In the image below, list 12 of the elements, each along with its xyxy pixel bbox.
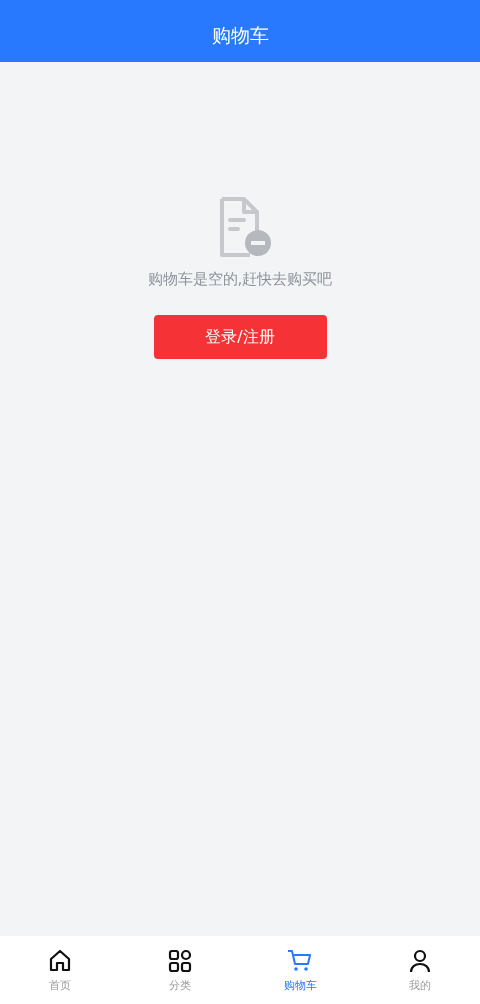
- empty-cart-message: 购物车是空的,赶快去购买吧: [147, 270, 333, 289]
- user-icon: [407, 947, 433, 974]
- tab-item[interactable]: 分类: [120, 936, 240, 1004]
- cart-icon: [287, 947, 313, 974]
- login-register-button[interactable]: 登录/注册: [153, 315, 327, 359]
- tab-item[interactable]: 购物车: [240, 936, 360, 1004]
- home-icon: [47, 947, 73, 974]
- page-title: 购物车: [211, 23, 269, 48]
- tab-item[interactable]: 我的: [360, 936, 480, 1004]
- document-minus-icon: [217, 196, 273, 260]
- tab-item[interactable]: 首页: [0, 936, 120, 1004]
- grid-icon: [167, 947, 193, 974]
